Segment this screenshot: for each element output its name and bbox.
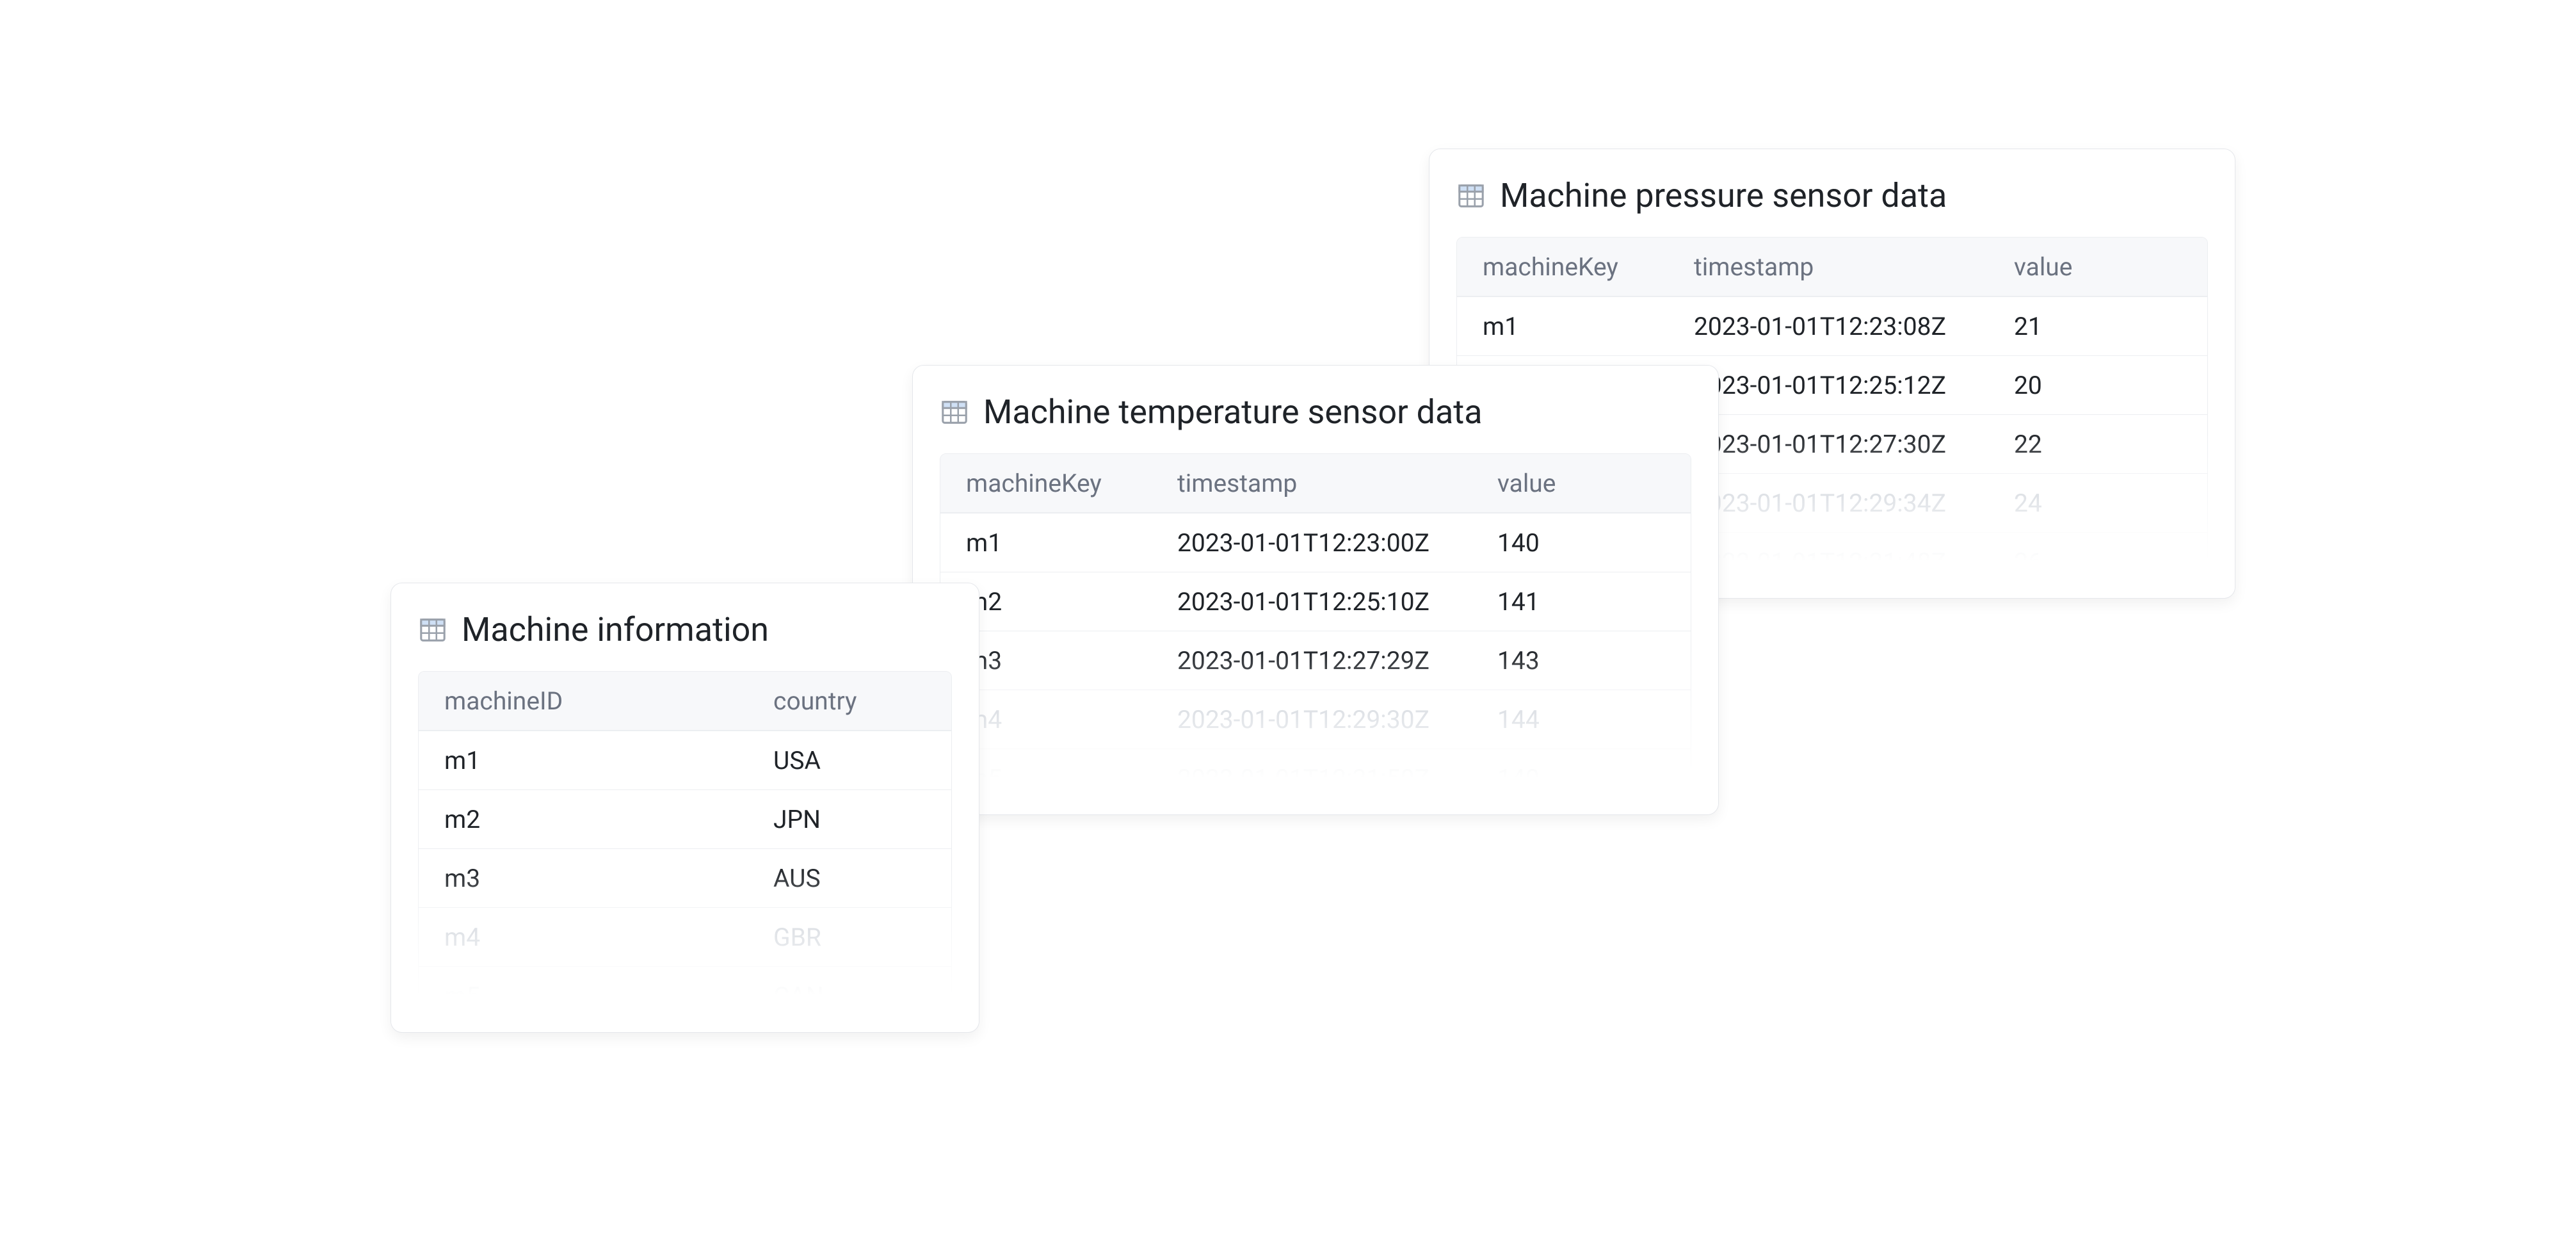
cell: 140 — [1497, 528, 1600, 558]
card-header: Machine information — [418, 610, 952, 649]
col-header-timestamp: timestamp — [1177, 469, 1497, 498]
cell: 140 — [1497, 764, 1600, 793]
table-row: m3 2023-01-01T12:27:29Z 143 — [940, 631, 1691, 690]
cell: 2023-01-01T12:31:48Z — [1694, 547, 2014, 577]
cell: 20 — [2014, 371, 2116, 400]
cell: 2023-01-01T12:23:08Z — [1694, 312, 2014, 341]
col-header-country: country — [773, 686, 926, 716]
table-row: m1 2023-01-01T12:23:08Z 21 — [1457, 296, 2207, 355]
table-row: m3 AUS — [419, 848, 951, 907]
cell: m5 — [966, 764, 1177, 793]
cell: 144 — [1497, 705, 1600, 734]
card-title: Machine temperature sensor data — [983, 392, 1483, 432]
table-row: m4 2023-01-01T12:29:30Z 144 — [940, 690, 1691, 748]
card-header: Machine pressure sensor data — [1456, 176, 2208, 215]
cell: m2 — [444, 805, 773, 834]
table-header-row: machineKey timestamp value — [940, 454, 1691, 513]
cell: m1 — [966, 528, 1177, 558]
diagram-stage: Machine pressure sensor data machineKey … — [0, 0, 2576, 1237]
table-row: m1 2023-01-01T12:23:00Z 140 — [940, 513, 1691, 572]
cell: m1 — [1483, 312, 1694, 341]
table-icon — [940, 398, 969, 427]
cell: m3 — [444, 864, 773, 893]
cell: 2023-01-01T12:27:30Z — [1694, 430, 2014, 459]
col-header-machinekey: machineKey — [966, 469, 1177, 498]
cell: m4 — [444, 923, 773, 952]
col-header-machineid: machineID — [444, 686, 773, 716]
cell: m2 — [966, 587, 1177, 617]
table-icon — [418, 615, 447, 645]
table-header-row: machineID country — [419, 672, 951, 731]
table-row: m5 2023-01-01T12:31:50Z 140 — [940, 748, 1691, 807]
cell: 2023-01-01T12:25:12Z — [1694, 371, 2014, 400]
cell: m1 — [444, 746, 773, 775]
cell: JPN — [773, 805, 926, 834]
cell: 141 — [1497, 587, 1600, 617]
col-header-value: value — [1497, 469, 1600, 498]
cell: 143 — [1497, 646, 1600, 675]
table-header-row: machineKey timestamp value — [1457, 238, 2207, 296]
table-row: m2 JPN — [419, 789, 951, 848]
col-header-machinekey: machineKey — [1483, 252, 1694, 282]
table-row: m5 CAN — [419, 966, 951, 1025]
table-row: m2 2023-01-01T12:25:10Z 141 — [940, 572, 1691, 631]
cell: m4 — [966, 705, 1177, 734]
cell: m3 — [966, 646, 1177, 675]
card-temperature: Machine temperature sensor data machineK… — [912, 365, 1719, 815]
card-information: Machine information machineID country m1… — [390, 583, 979, 1033]
cell: 26 — [2014, 547, 2116, 577]
table: machineKey timestamp value m1 2023-01-01… — [940, 453, 1691, 808]
cell: CAN — [773, 982, 926, 1011]
cell: 24 — [2014, 489, 2116, 518]
cell: 21 — [2014, 312, 2116, 341]
cell: 2023-01-01T12:25:10Z — [1177, 587, 1497, 617]
col-header-value: value — [2014, 252, 2116, 282]
table: machineID country m1 USA m2 JPN m3 AUS m… — [418, 671, 952, 1026]
table-icon — [1456, 181, 1486, 211]
cell: m5 — [444, 982, 773, 1011]
table-row: m1 USA — [419, 731, 951, 789]
cell: 2023-01-01T12:23:00Z — [1177, 528, 1497, 558]
cell: 2023-01-01T12:29:34Z — [1694, 489, 2014, 518]
col-header-timestamp: timestamp — [1694, 252, 2014, 282]
cell: 22 — [2014, 430, 2116, 459]
cell: 2023-01-01T12:27:29Z — [1177, 646, 1497, 675]
card-title: Machine pressure sensor data — [1500, 176, 1947, 215]
table-row: m4 GBR — [419, 907, 951, 966]
cell: USA — [773, 746, 926, 775]
card-header: Machine temperature sensor data — [940, 392, 1691, 432]
cell: GBR — [773, 923, 926, 952]
cell: 2023-01-01T12:31:50Z — [1177, 764, 1497, 793]
cell: 2023-01-01T12:29:30Z — [1177, 705, 1497, 734]
cell: AUS — [773, 864, 926, 893]
card-title: Machine information — [462, 610, 769, 649]
